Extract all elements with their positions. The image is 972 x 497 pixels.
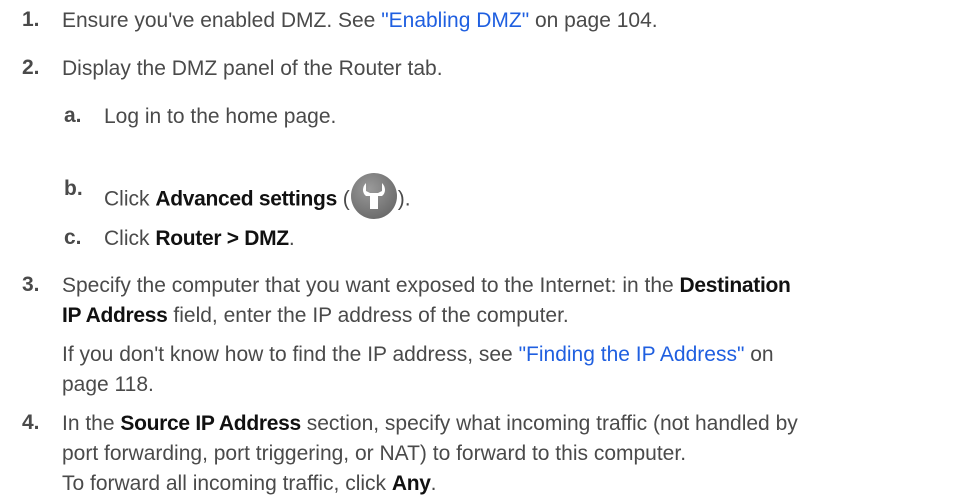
text-segment: ( — [336, 187, 350, 211]
substep-text: Click Advanced settings (). — [104, 173, 411, 223]
step-number: 2. — [22, 56, 40, 79]
ui-label-advanced-settings: Advanced settings — [155, 187, 337, 211]
text-segment: If you don't know how to find the IP add… — [62, 343, 519, 366]
step-text: Specify the computer that you want expos… — [62, 273, 791, 299]
ui-label-any: Any — [391, 472, 431, 495]
substep-letter: b. — [64, 177, 83, 200]
ui-label-source-ip-address: Source IP Address — [120, 412, 301, 435]
ui-label-destination: Destination — [679, 274, 791, 297]
text-segment: To forward all incoming traffic, click — [62, 472, 392, 495]
step-text: port forwarding, port triggering, or NAT… — [62, 442, 687, 465]
enabling-dmz-link[interactable]: "Enabling DMZ" — [381, 9, 529, 32]
step-text: In the Source IP Address section, specif… — [62, 411, 798, 437]
text-segment: Specify the computer that you want expos… — [62, 274, 680, 297]
wrench-icon — [350, 173, 397, 219]
text-segment: ). — [397, 187, 411, 211]
text-segment: on — [744, 343, 774, 366]
finding-ip-address-link[interactable]: "Finding the IP Address" — [519, 343, 745, 366]
ui-label-router-dmz: Router > DMZ — [155, 227, 289, 250]
step-number: 1. — [22, 8, 40, 31]
substep-letter: a. — [64, 104, 82, 127]
step-number: 3. — [22, 273, 40, 296]
text-segment: field, enter the IP address of the compu… — [167, 304, 569, 327]
text-segment: Click — [104, 227, 156, 250]
text-segment: on page 104. — [529, 9, 658, 32]
step-note: If you don't know how to find the IP add… — [62, 342, 774, 368]
text-segment: . — [430, 472, 437, 495]
step-text: IP Address field, enter the IP address o… — [62, 303, 569, 329]
text-segment: Ensure you've enabled DMZ. See — [62, 9, 382, 32]
text-segment: section, specify what incoming traffic (… — [300, 412, 798, 435]
text-segment: Click — [104, 187, 156, 211]
step-text: Ensure you've enabled DMZ. See "Enabling… — [62, 8, 658, 34]
step-note: page 118. — [62, 373, 154, 396]
text-segment: In the — [62, 412, 121, 435]
text-segment: . — [288, 227, 295, 250]
step-note: To forward all incoming traffic, click A… — [62, 471, 437, 497]
substep-letter: c. — [64, 226, 82, 249]
step-number: 4. — [22, 411, 40, 434]
substep-text: Click Router > DMZ. — [104, 226, 295, 252]
substep-text: Log in to the home page. — [104, 105, 337, 128]
step-text: Display the DMZ panel of the Router tab. — [62, 57, 443, 80]
ui-label-ip-address: IP Address — [62, 304, 168, 327]
